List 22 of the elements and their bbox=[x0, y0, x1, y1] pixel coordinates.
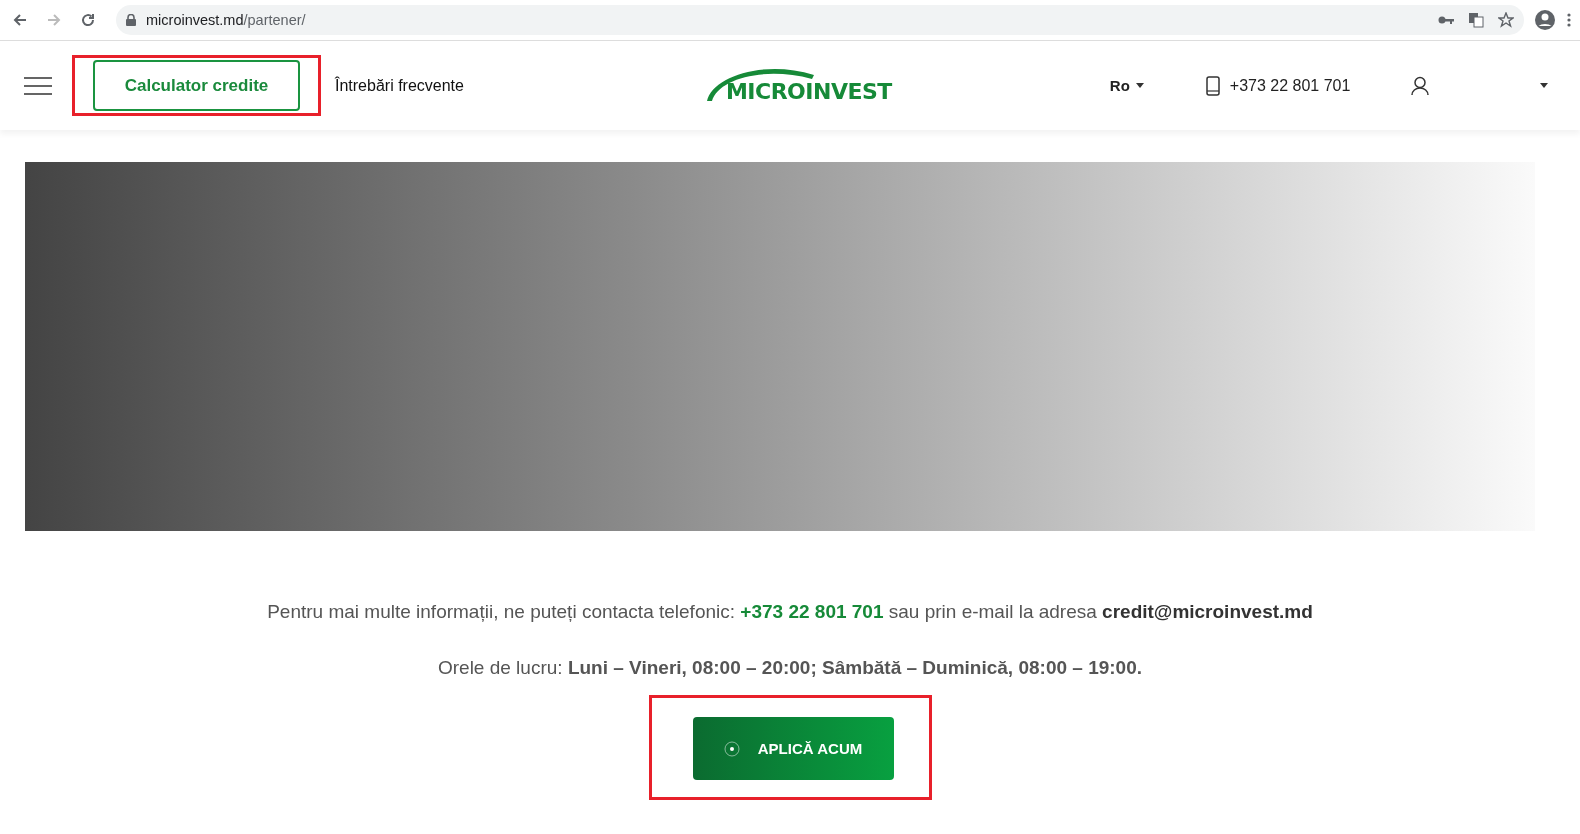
calculator-button[interactable]: Calculator credite bbox=[93, 60, 300, 111]
key-icon[interactable] bbox=[1438, 15, 1454, 25]
faq-link[interactable]: Întrebări frecvente bbox=[335, 76, 464, 95]
contact-text: Pentru mai multe informații, ne puteți contacta telefonic: +373 22 801 701 sau prin e-mail la adresa credit@microinvest.md bbox=[266, 601, 1314, 623]
phone-number[interactable]: +373 22 801 701 bbox=[1229, 76, 1351, 95]
address-bar[interactable]: microinvest.md/partener/ bbox=[116, 5, 1524, 35]
hours-text: Orele de lucru: Luni – Vineri, 08:00 – 20:00; Sâmbătă – Duminică, 08:00 – 19:00. bbox=[436, 657, 1144, 679]
logo[interactable]: MICROINVEST bbox=[703, 63, 892, 108]
caret-icon[interactable] bbox=[1540, 83, 1549, 88]
lock-icon bbox=[126, 14, 136, 26]
language-selector[interactable]: Ro bbox=[1109, 77, 1144, 94]
phone-icon bbox=[1205, 75, 1220, 96]
menu-icon[interactable] bbox=[24, 76, 52, 95]
star-icon[interactable] bbox=[1498, 12, 1514, 28]
url-path: /partener/ bbox=[243, 12, 306, 28]
caret-icon bbox=[1135, 83, 1144, 88]
apply-button[interactable]: APLICĂ ACUM bbox=[692, 717, 894, 780]
radio-dot-icon bbox=[723, 740, 740, 757]
url-host: microinvest.md bbox=[146, 12, 244, 28]
user-icon[interactable] bbox=[1410, 75, 1431, 96]
menu-icon[interactable] bbox=[1566, 12, 1572, 28]
account-icon[interactable] bbox=[1534, 9, 1556, 31]
